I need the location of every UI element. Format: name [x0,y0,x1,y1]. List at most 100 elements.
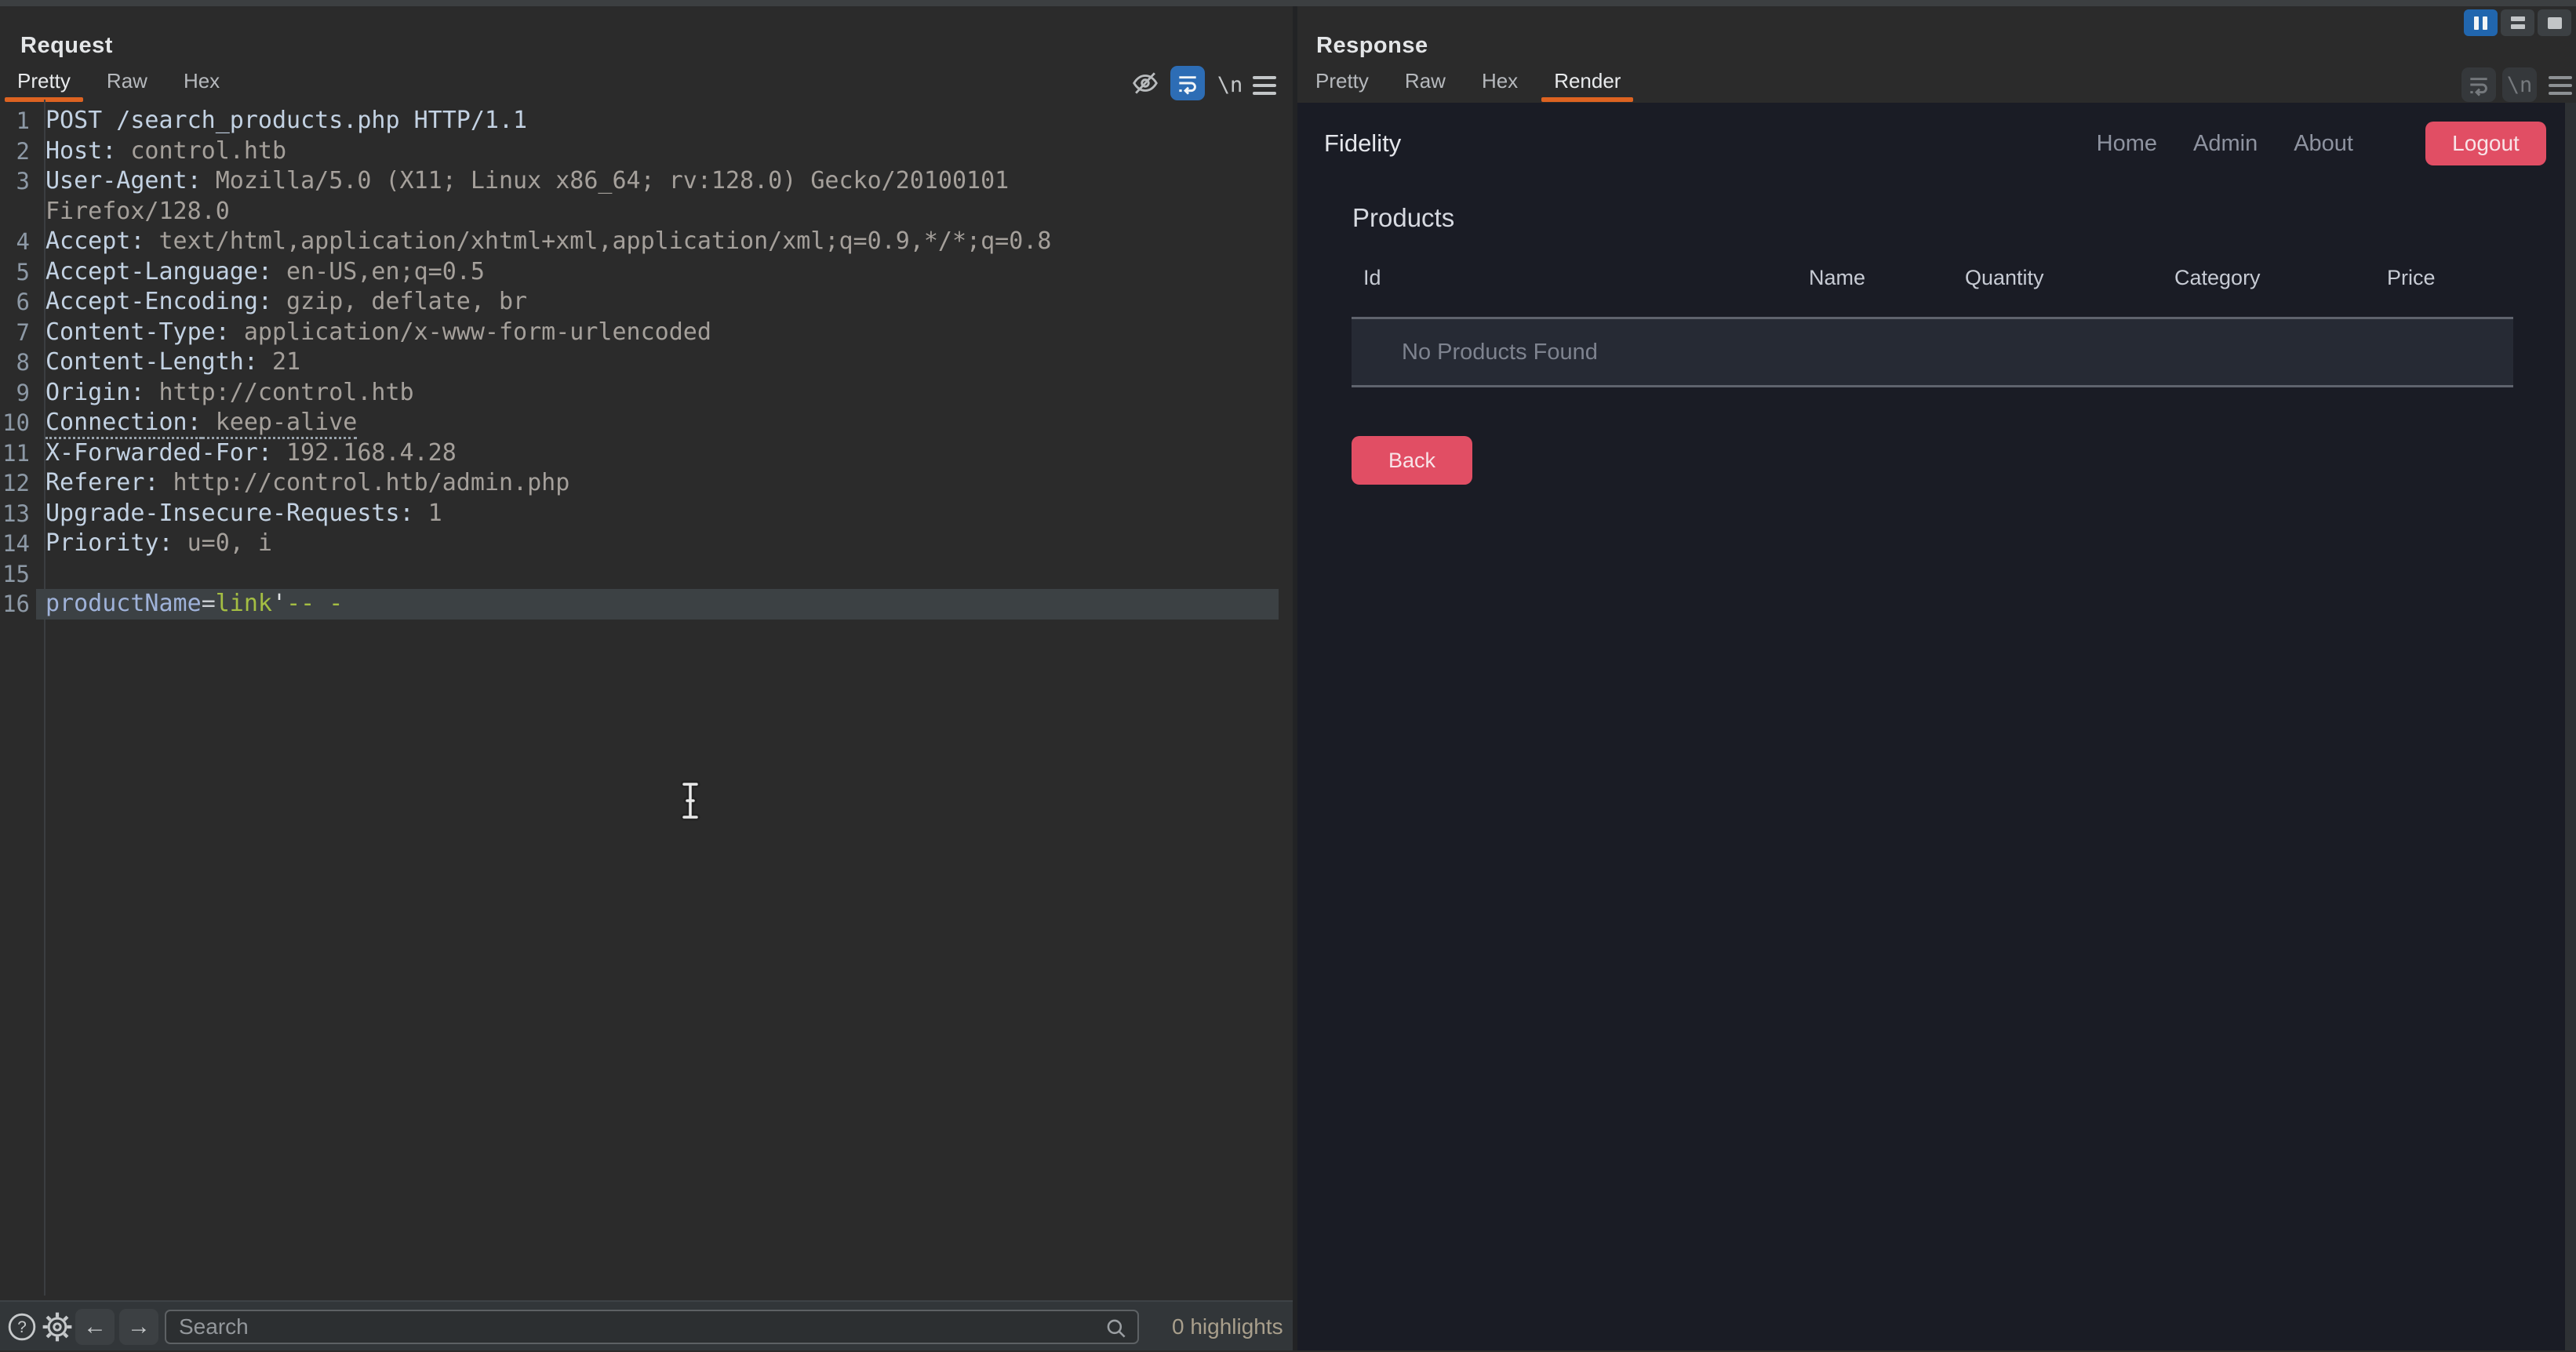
line-number: 11 [0,438,36,469]
newline-icon: \n [1217,73,1243,97]
code-segment: = [202,590,216,617]
request-line-5[interactable]: 5Accept-Language: en-US,en;q=0.5 [0,257,1279,288]
request-tab-pretty[interactable]: Pretty [17,67,71,102]
code-segment: Accept: [45,227,144,255]
line-content[interactable]: Accept-Encoding: gzip, deflate, br [36,287,1279,318]
search-next-button[interactable]: → [119,1309,158,1345]
response-tab-render[interactable]: Render [1554,67,1621,102]
arrow-left-icon: ← [83,1314,107,1340]
request-line-8[interactable]: 8Content-Length: 21 [0,347,1279,378]
request-menu-button[interactable] [1250,72,1279,99]
column-header-id: Id [1363,266,1381,290]
line-number: 8 [0,347,36,378]
search-input[interactable] [166,1314,1137,1339]
line-number: 15 [0,559,36,590]
request-tab-hex[interactable]: Hex [184,67,220,102]
line-number: 2 [0,136,36,167]
code-segment: en-US,en;q=0.5 [272,258,485,285]
line-content[interactable]: Content-Type: application/x-www-form-url… [36,318,1279,348]
response-tab-hex[interactable]: Hex [1482,67,1518,102]
request-line-11[interactable]: 11X-Forwarded-For: 192.168.4.28 [0,438,1279,469]
request-line-7[interactable]: 7Content-Type: application/x-www-form-ur… [0,318,1279,348]
code-segment: Connection: [45,409,202,439]
request-line-16[interactable]: 16productName=link'-- - [0,589,1279,620]
line-content[interactable]: Referer: http://control.htb/admin.php [36,468,1279,499]
line-content[interactable]: Upgrade-Insecure-Requests: 1 [36,499,1279,529]
show-newlines-button-disabled[interactable]: \n [2502,67,2537,102]
code-segment: ' [272,590,286,617]
line-content[interactable]: Accept-Language: en-US,en;q=0.5 [36,257,1279,288]
request-line-14[interactable]: 14Priority: u=0, i [0,529,1279,559]
newline-icon: \n [2507,73,2533,97]
search-input-wrap [165,1310,1139,1344]
line-content[interactable]: User-Agent: Mozilla/5.0 (X11; Linux x86_… [36,166,1279,197]
word-wrap-icon [1175,71,1200,96]
request-line-2[interactable]: 2Host: control.htb [0,136,1279,167]
request-line-13[interactable]: 13Upgrade-Insecure-Requests: 1 [0,499,1279,529]
request-line-wrap[interactable]: Firefox/128.0 [0,197,1279,227]
logout-button[interactable]: Logout [2425,122,2546,165]
code-segment: Accept-Language: [45,258,272,285]
code-segment: Upgrade-Insecure-Requests: [45,500,414,527]
request-line-4[interactable]: 4Accept: text/html,application/xhtml+xml… [0,227,1279,257]
menu-icon [1253,76,1276,95]
request-tab-raw[interactable]: Raw [107,67,147,102]
line-content[interactable]: POST /search_products.php HTTP/1.1 [36,106,1279,136]
line-content[interactable]: Connection: keep-alive [36,408,1279,438]
response-tabs: Pretty Raw Hex Render [1315,67,1621,102]
request-line-6[interactable]: 6Accept-Encoding: gzip, deflate, br [0,287,1279,318]
line-content[interactable]: Content-Length: 21 [36,347,1279,378]
response-tab-raw[interactable]: Raw [1405,67,1446,102]
word-wrap-button[interactable] [1170,66,1205,100]
arrow-right-icon: → [127,1314,151,1340]
nav-link-about[interactable]: About [2294,131,2353,157]
code-segment: link [216,590,272,617]
editor-search-bar: ? ← → [0,1300,1293,1350]
search-prev-button[interactable]: ← [75,1309,115,1345]
nav-link-admin[interactable]: Admin [2193,131,2258,157]
highlights-count: 0 highlights [1172,1302,1283,1352]
line-content[interactable]: X-Forwarded-For: 192.168.4.28 [36,438,1279,469]
code-segment: 21 [258,348,300,376]
line-content[interactable]: Origin: http://control.htb [36,378,1279,409]
line-content[interactable]: Firefox/128.0 [36,197,1279,227]
request-line-3[interactable]: 3User-Agent: Mozilla/5.0 (X11; Linux x86… [0,166,1279,197]
svg-text:?: ? [17,1318,27,1336]
column-header-quantity: Quantity [1965,266,2044,290]
hide-nonprintable-button[interactable] [1128,66,1162,100]
request-line-15[interactable]: 15 [0,559,1279,590]
text-cursor [675,778,706,823]
back-button[interactable]: Back [1352,436,1472,485]
nav-link-home[interactable]: Home [2097,131,2157,157]
code-segment: u=0, i [173,529,272,557]
search-icon[interactable] [1103,1315,1130,1342]
products-heading: Products [1352,203,1454,233]
code-segment: Content-Type: [45,318,230,346]
rendered-response: Fidelity Home Admin About Logout Product… [1297,103,2576,1350]
code-segment: Referer: [45,469,159,496]
show-newlines-button[interactable]: \n [1213,69,1247,100]
response-tab-pretty[interactable]: Pretty [1315,67,1369,102]
settings-button[interactable] [41,1302,74,1352]
help-button[interactable]: ? [6,1302,38,1352]
line-content[interactable]: Accept: text/html,application/xhtml+xml,… [36,227,1279,257]
request-editor[interactable]: 1POST /search_products.php HTTP/1.12Host… [0,106,1279,620]
code-segment: Priority: [45,529,173,557]
request-line-12[interactable]: 12Referer: http://control.htb/admin.php [0,468,1279,499]
line-content[interactable]: Host: control.htb [36,136,1279,167]
request-line-10[interactable]: 10Connection: keep-alive [0,408,1279,438]
response-menu-button[interactable] [2546,72,2574,99]
code-segment: Host: [45,137,116,165]
gear-icon [41,1310,74,1343]
line-content[interactable]: productName=link'-- - [36,589,1279,620]
code-segment: Origin: [45,379,144,406]
site-navbar: Fidelity Home Admin About Logout [1297,103,2565,184]
line-content[interactable]: Priority: u=0, i [36,529,1279,559]
word-wrap-button-disabled[interactable] [2461,67,2496,102]
request-line-1[interactable]: 1POST /search_products.php HTTP/1.1 [0,106,1279,136]
render-scrollbar[interactable] [2565,103,2576,1350]
request-line-9[interactable]: 9Origin: http://control.htb [0,378,1279,409]
request-panel: Request Pretty Raw Hex \n 1POST /search_… [0,6,1293,1350]
line-content[interactable] [36,559,1279,590]
line-number: 9 [0,378,36,409]
